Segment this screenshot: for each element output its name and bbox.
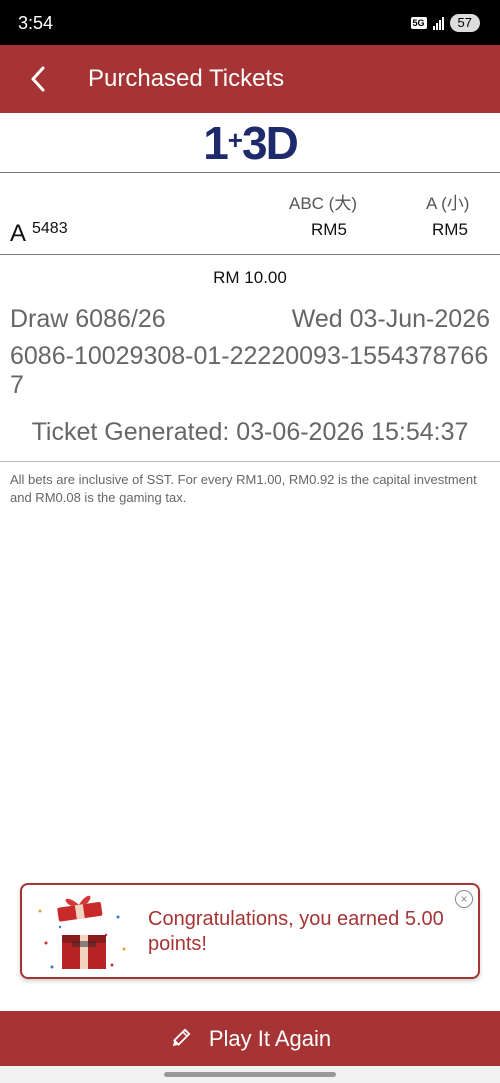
gift-icon	[38, 895, 126, 969]
pencil-icon	[172, 1028, 191, 1046]
total-amount: RM 10.00	[213, 268, 287, 287]
ticket-generated: Ticket Generated: 03-06-2026 15:54:37	[31, 418, 469, 446]
logo-plus: +	[227, 125, 243, 155]
draw-number: Draw 6086/26	[10, 305, 166, 333]
play-again-label: Play It Again	[208, 1025, 332, 1051]
chevron-left-icon	[31, 66, 45, 92]
back-button[interactable]	[20, 61, 56, 97]
close-icon[interactable]: ×	[455, 890, 473, 908]
bet-number: 5483	[32, 220, 68, 237]
logo-left: 1	[203, 116, 229, 169]
game-logo-bar: 1 + 3D	[0, 113, 500, 173]
logo-right: 3D	[241, 116, 299, 169]
game-logo: 1 + 3D	[203, 116, 299, 170]
bet-amount-a: RM5	[432, 220, 468, 239]
status-icons: 5G 57	[410, 14, 480, 32]
bet-amount-abc: RM5	[311, 220, 347, 239]
gesture-bar	[0, 1066, 500, 1083]
draw-date: Wed 03-Jun-2026	[291, 305, 490, 333]
signal-icon	[432, 16, 444, 30]
bet-letter: A	[10, 220, 27, 247]
toast-message: Congratulations, you earned 5.00 points!	[148, 908, 444, 955]
column-header-a: A (小)	[426, 194, 470, 213]
status-time: 3:54	[18, 13, 54, 33]
home-indicator[interactable]	[164, 1072, 336, 1077]
status-bar: 3:54 5G 57	[0, 0, 500, 45]
battery-indicator: 57	[449, 14, 480, 32]
disclaimer-text: All bets are inclusive of SST. For every…	[10, 472, 477, 505]
draw-info: Draw 6086/26 Wed 03-Jun-2026	[10, 305, 490, 334]
divider	[0, 461, 500, 462]
play-again-button[interactable]: Play It Again	[0, 1011, 500, 1066]
points-toast: × Congratulations, you earned 5.00 point…	[20, 883, 480, 979]
column-header-abc: ABC (大)	[289, 194, 357, 213]
ticket-id: 6086-10029308-01-22220093-15543787667	[10, 342, 489, 399]
network-icon: 5G	[410, 17, 427, 29]
page-title: Purchased Tickets	[88, 65, 285, 92]
app-header: Purchased Tickets	[0, 45, 500, 113]
bet-table: ABC (大) A (小) A 5483 RM5 RM5	[0, 173, 500, 255]
